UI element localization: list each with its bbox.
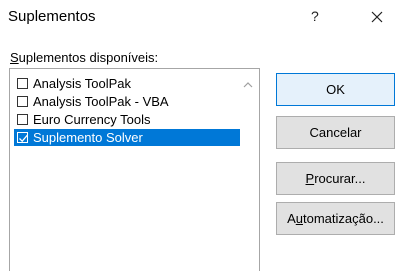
addins-list-label: Suplementos disponíveis: — [10, 50, 159, 65]
scroll-up-button[interactable] — [242, 77, 254, 88]
automation-button[interactable]: Au tomatização... — [276, 202, 395, 235]
checkbox-checked[interactable] — [17, 132, 28, 143]
addin-label: Analysis ToolPak - VBA — [33, 94, 169, 109]
addin-label: Analysis ToolPak — [33, 76, 132, 91]
chevron-up-icon — [243, 82, 253, 88]
checkbox[interactable] — [17, 96, 28, 107]
close-icon — [371, 11, 383, 23]
ok-button[interactable]: OK — [276, 73, 395, 106]
addin-item-analysis-toolpak[interactable]: Analysis ToolPak — [14, 75, 240, 92]
addin-item-analysis-toolpak-vba[interactable]: Analysis ToolPak - VBA — [14, 93, 240, 110]
addin-label: Suplemento Solver — [33, 130, 143, 145]
checkbox[interactable] — [17, 114, 28, 125]
addins-list[interactable]: Analysis ToolPak Analysis ToolPak - VBA … — [9, 68, 260, 271]
help-button[interactable]: ? — [311, 8, 319, 24]
checkbox[interactable] — [17, 78, 28, 89]
addin-item-euro-currency-tools[interactable]: Euro Currency Tools — [14, 111, 240, 128]
close-button[interactable] — [365, 5, 389, 29]
addin-item-suplemento-solver[interactable]: Suplemento Solver — [14, 129, 240, 146]
addin-label: Euro Currency Tools — [33, 112, 151, 127]
addins-dialog: Suplementos ? Suplementos disponíveis: A… — [0, 0, 398, 271]
cancel-button[interactable]: Cancelar — [276, 116, 395, 149]
browse-button[interactable]: Procurar... — [276, 162, 395, 195]
dialog-title: Suplementos — [8, 8, 96, 25]
checkmark-icon — [19, 134, 28, 143]
